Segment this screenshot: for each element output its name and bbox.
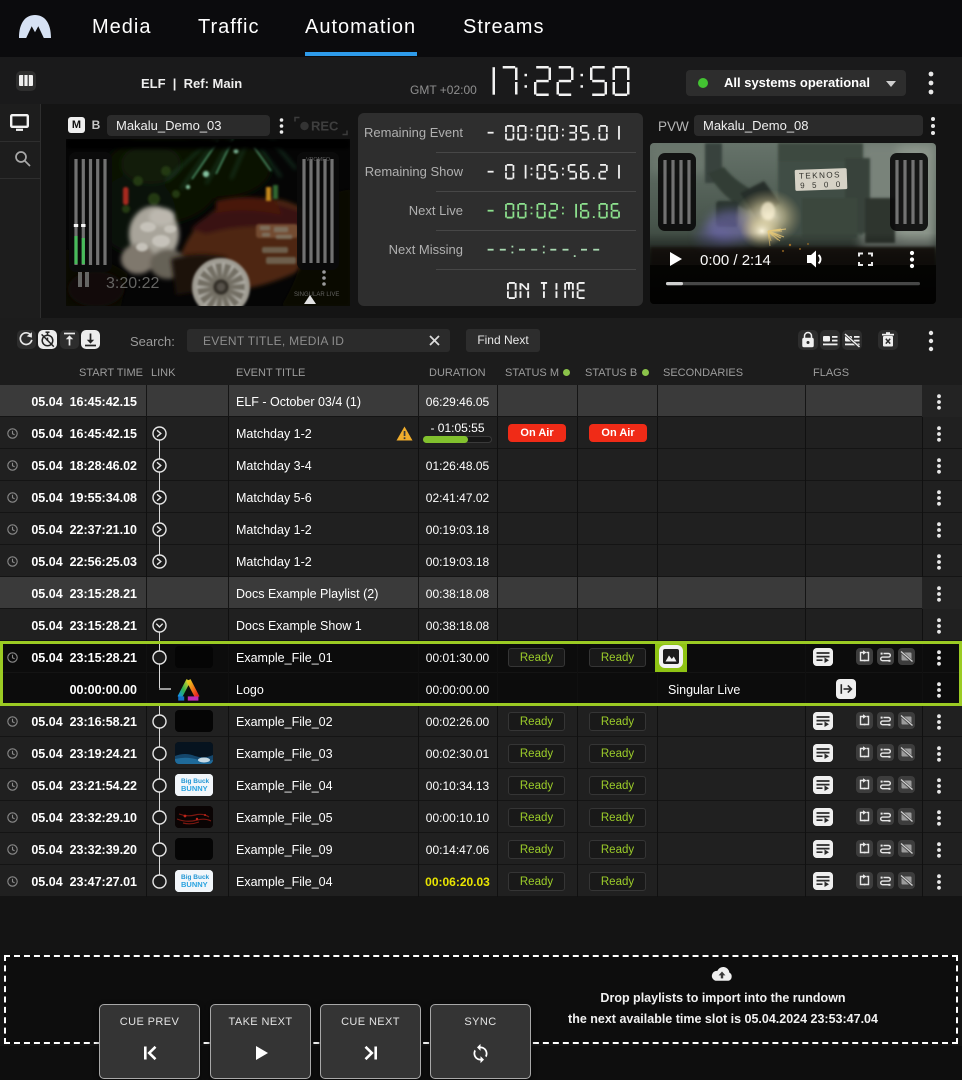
svg-text:3:20:22: 3:20:22 <box>106 275 159 292</box>
svg-text:0:00 / 2:14: 0:00 / 2:14 <box>700 252 771 269</box>
svg-text:9 5 0 0: 9 5 0 0 <box>800 180 843 190</box>
svg-text:SINGULAR LIVE: SINGULAR LIVE <box>294 292 339 298</box>
svg-text:BUNNY: BUNNY <box>181 784 208 793</box>
svg-text:REC: REC <box>311 119 339 134</box>
svg-text:VPOMEO: VPOMEO <box>306 157 331 163</box>
svg-text:BUNNY: BUNNY <box>181 880 208 889</box>
